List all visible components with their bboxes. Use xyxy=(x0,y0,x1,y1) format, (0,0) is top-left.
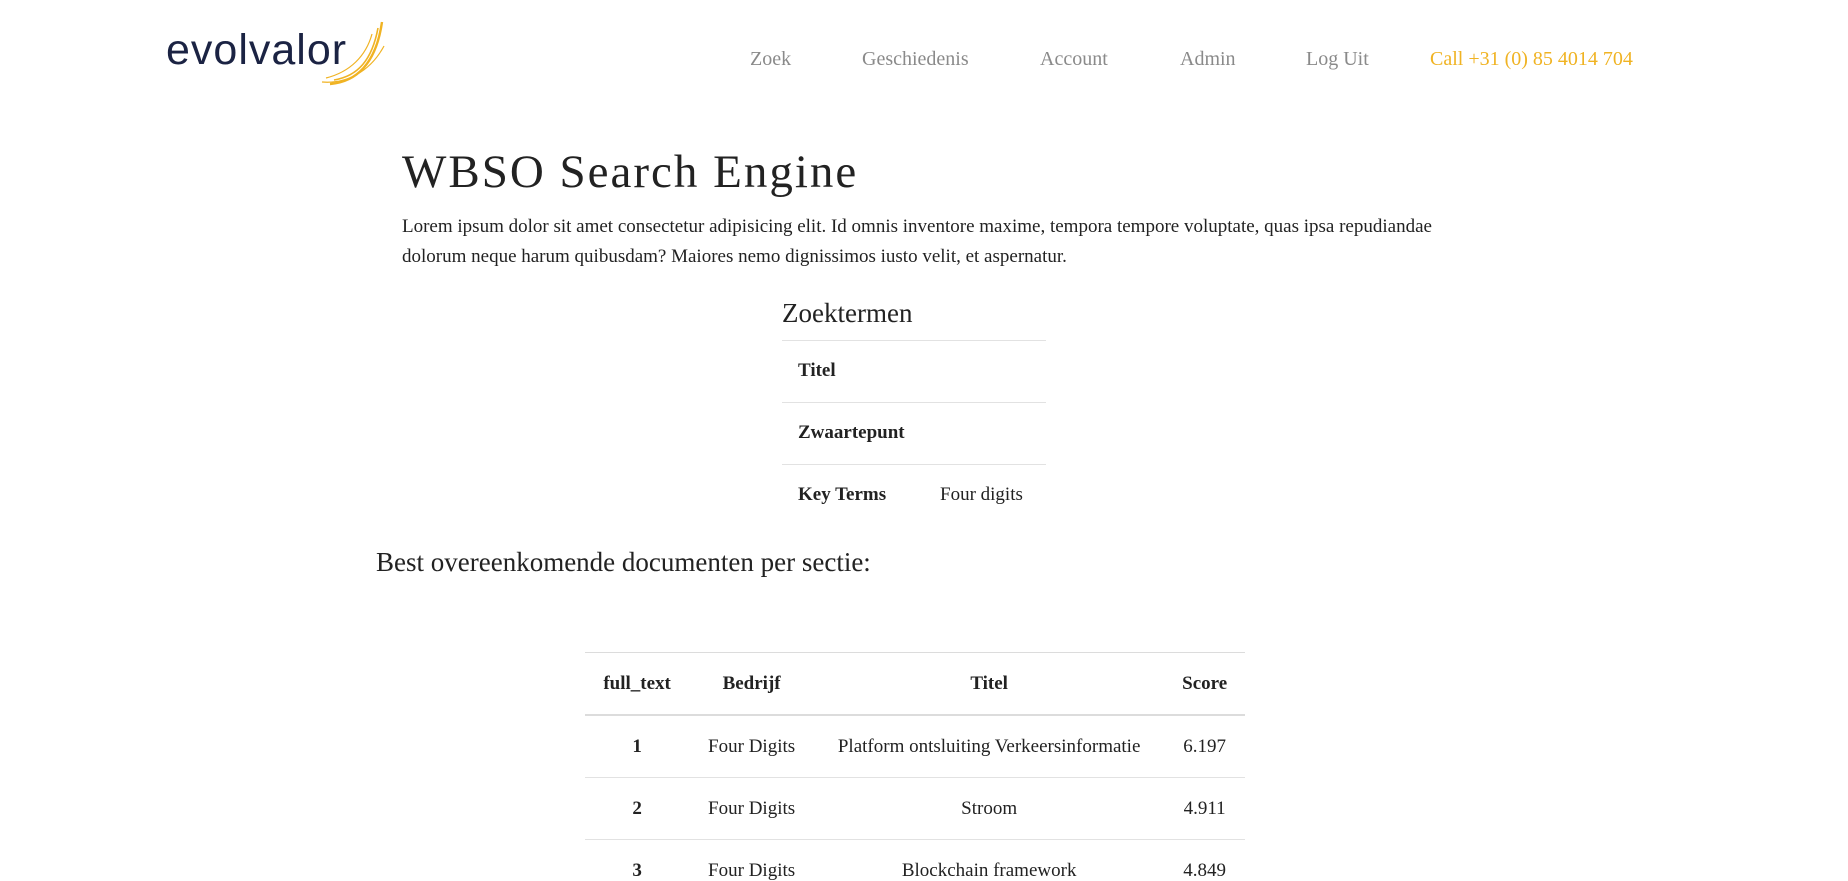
intro-text: Lorem ipsum dolor sit amet consectetur a… xyxy=(402,216,1432,267)
cell-score: 4.911 xyxy=(1164,777,1245,840)
results-heading: Best overeenkomende documenten per secti… xyxy=(376,547,871,577)
cell-full-text: 2 xyxy=(585,777,690,840)
nav-account[interactable]: Account xyxy=(1040,44,1108,74)
search-term-value: Four digits xyxy=(940,484,1023,505)
search-term-row-key-terms: Key Terms Four digits xyxy=(782,465,1046,526)
search-term-row-titel: Titel xyxy=(782,341,1046,403)
column-header-titel: Titel xyxy=(813,652,1165,716)
search-term-key: Zwaartepunt xyxy=(798,422,905,443)
nav-log-uit[interactable]: Log Uit xyxy=(1306,44,1369,74)
nav-admin[interactable]: Admin xyxy=(1180,44,1236,74)
cell-bedrijf: Four Digits xyxy=(689,715,814,778)
search-term-key: Key Terms xyxy=(798,484,887,505)
main-nav: Zoek Geschiedenis Account Admin Log Uit … xyxy=(0,44,1848,74)
nav-zoek[interactable]: Zoek xyxy=(750,44,791,74)
table-row[interactable]: 3 Four Digits Blockchain framework 4.849 xyxy=(585,839,1245,881)
site-header: evolvalor Zoek Geschiedenis Account Admi… xyxy=(0,0,1848,100)
table-row[interactable]: 1 Four Digits Platform ontsluiting Verke… xyxy=(585,715,1245,778)
search-terms-panel: Zoektermen Titel Zwaartepunt Key Terms F… xyxy=(782,296,1046,526)
results-table: full_text Bedrijf Titel Score 1 Four Dig… xyxy=(585,652,1245,881)
cell-titel: Platform ontsluiting Verkeersinformatie xyxy=(813,715,1165,778)
column-header-bedrijf: Bedrijf xyxy=(689,652,814,716)
table-row[interactable]: 2 Four Digits Stroom 4.911 xyxy=(585,777,1245,840)
cell-score: 6.197 xyxy=(1164,715,1245,778)
search-terms-title: Zoektermen xyxy=(782,296,1046,341)
column-header-score: Score xyxy=(1164,652,1245,716)
search-term-key: Titel xyxy=(798,360,836,381)
cell-full-text: 3 xyxy=(585,839,690,881)
cell-bedrijf: Four Digits xyxy=(689,777,814,840)
cell-full-text: 1 xyxy=(585,715,690,778)
page-title: WBSO Search Engine xyxy=(402,146,859,198)
search-term-row-zwaartepunt: Zwaartepunt xyxy=(782,403,1046,465)
page: evolvalor Zoek Geschiedenis Account Admi… xyxy=(0,0,1848,881)
cell-score: 4.849 xyxy=(1164,839,1245,881)
cell-titel: Stroom xyxy=(813,777,1165,840)
cell-bedrijf: Four Digits xyxy=(689,839,814,881)
nav-call-phone[interactable]: Call +31 (0) 85 4014 704 xyxy=(1430,44,1633,74)
column-header-full-text: full_text xyxy=(585,652,690,716)
nav-geschiedenis[interactable]: Geschiedenis xyxy=(862,44,969,74)
cell-titel: Blockchain framework xyxy=(813,839,1165,881)
table-header-row: full_text Bedrijf Titel Score xyxy=(585,652,1245,716)
